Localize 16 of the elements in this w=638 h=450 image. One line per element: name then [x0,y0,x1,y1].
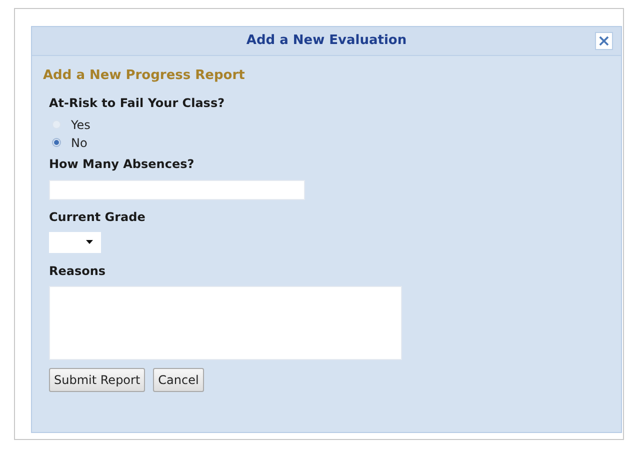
form-heading: Add a New Progress Report [43,67,245,85]
radio-button[interactable] [52,138,61,147]
reasons-field[interactable] [49,286,402,360]
radio-label: Yes [71,116,90,132]
grade-dropdown[interactable] [49,232,101,252]
submit-button[interactable]: Submit Report [49,368,146,392]
question-label: At-Risk to Fail Your Class? [49,94,225,110]
cancel-button[interactable]: Cancel [153,368,204,392]
close-button[interactable]: × [595,32,613,50]
dialog-title: Add a New Evaluation [246,32,407,50]
caret-icon [86,240,93,244]
grade-label: Current Grade [49,208,146,224]
absences-field[interactable] [49,180,305,200]
absences-label: How Many Absences? [49,156,194,172]
reasons-label: Reasons [49,262,106,278]
radio-label: No [71,134,88,150]
